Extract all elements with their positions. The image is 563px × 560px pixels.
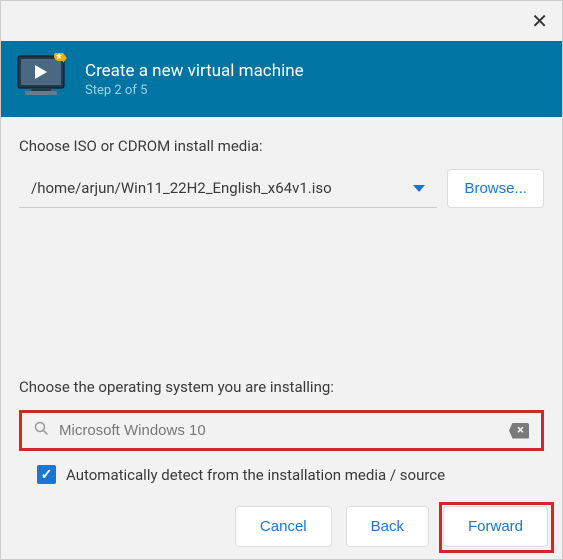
- search-icon: [34, 421, 49, 440]
- iso-section-label: Choose ISO or CDROM install media:: [19, 137, 544, 155]
- wizard-title: Create a new virtual machine: [85, 61, 304, 81]
- os-section-label: Choose the operating system you are inst…: [19, 378, 544, 396]
- new-vm-icon: [17, 53, 69, 105]
- iso-path-value: /home/arjun/Win11_22H2_English_x64v1.iso: [31, 179, 332, 197]
- clear-icon[interactable]: [509, 423, 529, 439]
- browse-button[interactable]: Browse...: [447, 169, 544, 208]
- wizard-step: Step 2 of 5: [85, 83, 304, 98]
- content-area: Choose ISO or CDROM install media: /home…: [1, 117, 562, 504]
- cancel-button[interactable]: Cancel: [235, 506, 332, 547]
- close-icon[interactable]: ✕: [531, 11, 548, 31]
- os-search-field-wrap: [19, 410, 544, 451]
- os-search-input[interactable]: [59, 422, 499, 439]
- auto-detect-label: Automatically detect from the installati…: [66, 466, 445, 484]
- wizard-footer: Cancel Back Forward: [235, 506, 548, 547]
- forward-button[interactable]: Forward: [443, 506, 548, 547]
- iso-path-select[interactable]: /home/arjun/Win11_22H2_English_x64v1.iso: [19, 169, 437, 208]
- chevron-down-icon: [413, 185, 425, 192]
- title-bar: ✕: [1, 1, 562, 41]
- wizard-header: Create a new virtual machine Step 2 of 5: [1, 41, 562, 117]
- auto-detect-checkbox[interactable]: ✓: [37, 465, 56, 484]
- back-button[interactable]: Back: [346, 506, 429, 547]
